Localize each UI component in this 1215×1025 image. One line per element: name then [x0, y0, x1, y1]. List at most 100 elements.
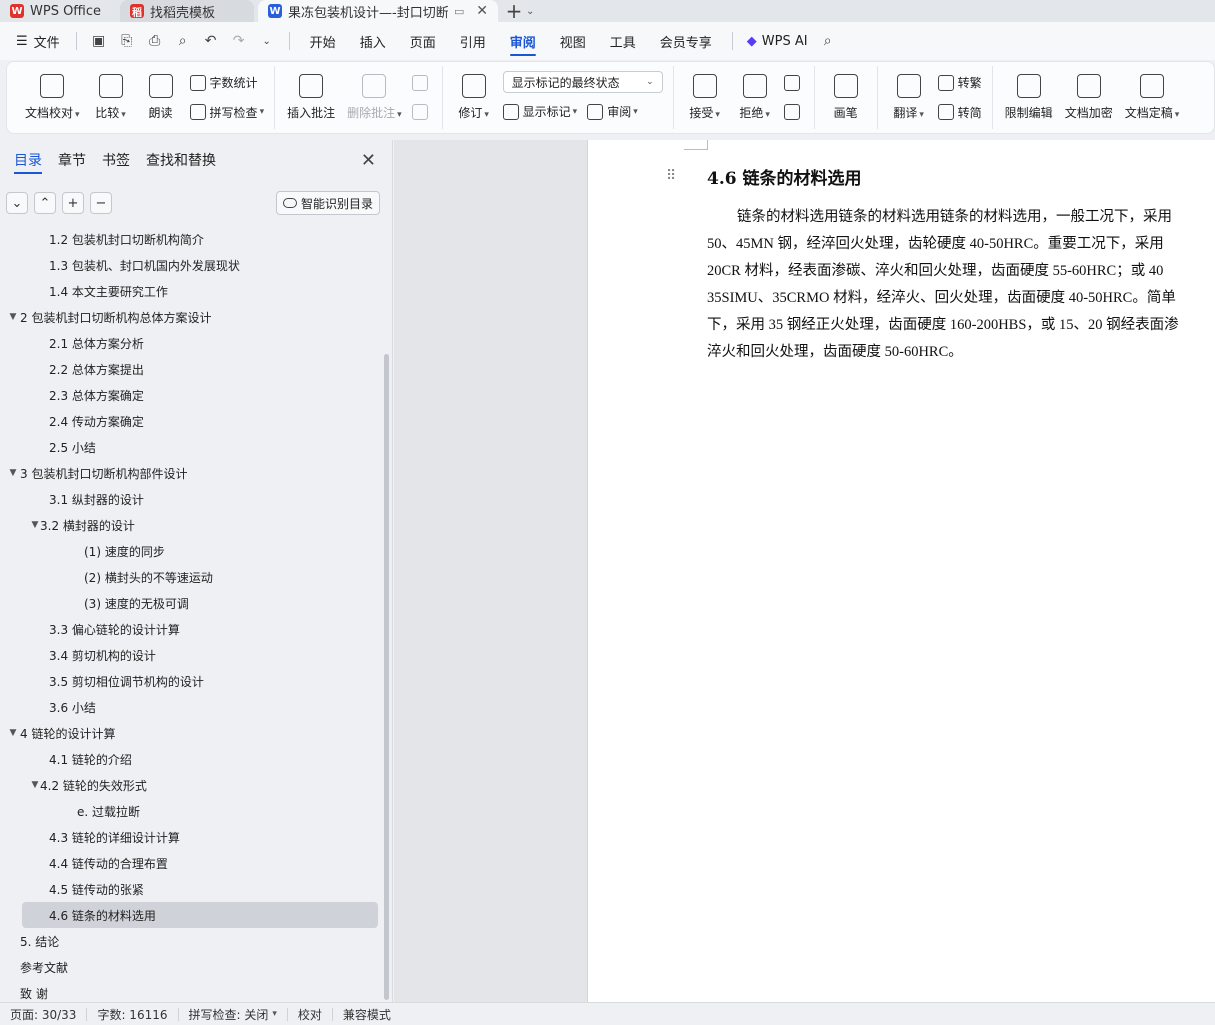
next-comment-button[interactable] [411, 100, 432, 124]
new-tab-button[interactable]: + [502, 0, 526, 23]
remove-icon[interactable]: − [90, 192, 112, 214]
close-icon[interactable]: ✕ [361, 150, 376, 171]
restrict-edit-button[interactable]: 限制编辑 [999, 66, 1059, 129]
toc-item[interactable]: 4.3 链轮的详细设计计算 [22, 824, 378, 850]
proof-status[interactable]: 校对 [288, 1007, 333, 1022]
toc-item[interactable]: 3.6 小结 [22, 694, 378, 720]
menu-review[interactable]: 审阅 [498, 22, 548, 60]
tab-find-replace[interactable]: 查找和替换 [138, 140, 224, 180]
print-icon[interactable]: ⎙ [144, 30, 166, 52]
finalize-button[interactable]: 文档定稿 ▾ [1119, 66, 1186, 129]
toc-item[interactable]: 4.6 链条的材料选用 [22, 902, 378, 928]
toc-item[interactable]: e. 过载拉断 [22, 798, 378, 824]
menu-tools[interactable]: 工具 [598, 22, 648, 60]
search-icon[interactable]: ⌕ [817, 30, 839, 52]
undo-icon[interactable]: ↶ [200, 30, 222, 52]
toc-item[interactable]: 1.4 本文主要研究工作 [22, 278, 378, 304]
toc-scrollbar[interactable] [384, 354, 389, 1000]
menu-references[interactable]: 引用 [448, 22, 498, 60]
toc-item[interactable]: 1.3 包装机、封口机国内外发展现状 [22, 252, 378, 278]
toc-item[interactable]: 2.5 小结 [22, 434, 378, 460]
tab-template[interactable]: 稻 找稻壳模板 [120, 0, 254, 22]
accept-button[interactable]: 接受 ▾ [680, 66, 730, 129]
toc-item[interactable]: 2.2 总体方案提出 [22, 356, 378, 382]
save-icon[interactable]: ▣ [88, 30, 110, 52]
monitor-icon[interactable]: ▭ [454, 5, 464, 18]
close-tab-icon[interactable]: ✕ [476, 3, 488, 19]
menu-insert[interactable]: 插入 [348, 22, 398, 60]
spell-check-status[interactable]: 拼写检查: 关闭 ▾ [179, 1007, 288, 1022]
menu-page[interactable]: 页面 [398, 22, 448, 60]
toc-item[interactable]: (2) 横封头的不等速运动 [22, 564, 378, 590]
chevron-down-icon[interactable]: ⌄ [526, 0, 542, 22]
toc-item[interactable]: ▼ 2 包装机封口切断机构总体方案设计 [10, 304, 378, 330]
toc-item[interactable]: 4.4 链传动的合理布置 [22, 850, 378, 876]
collapse-arrow-icon[interactable]: ▼ [6, 728, 20, 738]
translate-button[interactable]: 翻译 ▾ [884, 66, 934, 129]
pen-button[interactable]: 画笔 [821, 66, 871, 129]
menu-member[interactable]: 会员专享 [648, 22, 724, 60]
add-icon[interactable]: + [62, 192, 84, 214]
print-preview-icon[interactable]: ⌕ [172, 30, 194, 52]
spell-check-button[interactable]: 拼写检查 ▾ [189, 100, 264, 124]
collapse-arrow-icon[interactable]: ▼ [6, 312, 20, 322]
prev-change-button[interactable] [783, 71, 804, 95]
drag-handle-icon[interactable]: ⠿ [666, 168, 676, 184]
wps-ai-button[interactable]: ◆ WPS AI [741, 34, 814, 49]
smart-toc-button[interactable]: 智能识别目录 [275, 191, 380, 215]
divider [75, 32, 77, 50]
toc-item[interactable]: 5. 结论 [20, 928, 378, 954]
compare-button[interactable]: 比较 ▾ [86, 66, 136, 129]
review-pane-button[interactable]: 审阅 ▾ [587, 100, 638, 124]
toc-item[interactable]: 3.4 剪切机构的设计 [22, 642, 378, 668]
toc-item[interactable]: 2.3 总体方案确定 [22, 382, 378, 408]
word-count-button[interactable]: 字数统计 [189, 71, 265, 95]
tab-bookmarks[interactable]: 书签 [94, 140, 138, 180]
prev-comment-button[interactable] [411, 71, 432, 95]
reject-button[interactable]: 拒绝 ▾ [730, 66, 780, 129]
insert-comment-button[interactable]: 插入批注 [281, 66, 341, 129]
tab-toc[interactable]: 目录 [6, 140, 50, 180]
to-simplified-button[interactable]: 转简 [937, 100, 982, 124]
export-pdf-icon[interactable]: ⎘ [116, 30, 138, 52]
markup-mode-select[interactable]: 显示标记的最终状态 ⌄ [502, 71, 663, 94]
to-traditional-button[interactable]: 转繁 [937, 71, 982, 95]
toc-item[interactable]: 3.3 偏心链轮的设计计算 [22, 616, 378, 642]
collapse-chevron-up-icon[interactable]: ⌃ [34, 192, 56, 214]
delete-comment-button[interactable]: 删除批注 ▾ [341, 66, 408, 129]
tab-sections[interactable]: 章节 [50, 140, 94, 180]
read-aloud-button[interactable]: 朗读 [136, 66, 186, 129]
toc-item[interactable]: ▼ 4.2 链轮的失效形式 [22, 772, 378, 798]
encrypt-button[interactable]: 文档加密 [1059, 66, 1119, 129]
toc-item[interactable]: 1.2 包装机封口切断机构简介 [22, 226, 378, 252]
track-changes-button[interactable]: 修订 ▾ [449, 66, 499, 129]
menu-start[interactable]: 开始 [298, 22, 348, 60]
toc-item[interactable]: 2.1 总体方案分析 [22, 330, 378, 356]
toc-item[interactable]: ▼ 3.2 横封器的设计 [22, 512, 378, 538]
next-change-button[interactable] [783, 100, 804, 124]
menu-view[interactable]: 视图 [548, 22, 598, 60]
toc-item[interactable]: 3.1 纵封器的设计 [22, 486, 378, 512]
toc-item[interactable]: 参考文献 [20, 954, 378, 980]
word-count-indicator[interactable]: 字数: 16116 [87, 1007, 179, 1022]
tab-document[interactable]: W 果冻包装机设计—-封口切断机 ▭ ✕ [258, 0, 498, 22]
toc-item[interactable]: (3) 速度的无极可调 [22, 590, 378, 616]
show-markup-button[interactable]: 显示标记 ▾ [502, 100, 577, 124]
toc-item[interactable]: 2.4 传动方案确定 [22, 408, 378, 434]
toc-item[interactable]: 4.1 链轮的介绍 [22, 746, 378, 772]
expand-chevron-down-icon[interactable]: ⌄ [6, 192, 28, 214]
file-menu[interactable]: ☰ 文件 [8, 22, 68, 60]
redo-icon[interactable]: ↷ [228, 30, 250, 52]
toc-item[interactable]: 致 谢 [20, 980, 378, 1002]
document-page[interactable]: ⠿ 4.6 链条的材料选用 链条的材料选用链条的材料选用链条的材料选用，一般工况… [587, 140, 1215, 1002]
toc-item[interactable]: (1) 速度的同步 [22, 538, 378, 564]
more-chevron-icon[interactable]: ⌄ [256, 30, 278, 52]
toc-item[interactable]: 3.5 剪切相位调节机构的设计 [22, 668, 378, 694]
toc-item[interactable]: ▼ 3 包装机封口切断机构部件设计 [10, 460, 378, 486]
page-indicator[interactable]: 页面: 30/33 [0, 1007, 88, 1022]
toc-item[interactable]: 4.5 链传动的张紧 [22, 876, 378, 902]
collapse-arrow-icon[interactable]: ▼ [6, 468, 20, 478]
doc-check-button[interactable]: 文档校对 ▾ [19, 66, 86, 129]
tab-wps-office[interactable]: W WPS Office [0, 0, 116, 22]
toc-item[interactable]: ▼ 4 链轮的设计计算 [10, 720, 378, 746]
